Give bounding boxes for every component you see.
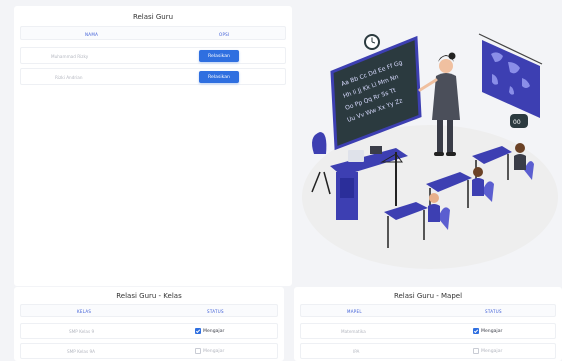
mengajar-checkbox[interactable]: Mengajar [195,348,224,354]
relasikan-button[interactable]: Relasikan [199,50,239,62]
column-nama: NAMA [85,31,99,37]
table-row: Muhammad Rizky Relasikan [20,47,286,64]
checkbox-unchecked-icon[interactable] [473,348,479,354]
status-label: Mengajar [203,328,225,334]
mengajar-checkbox[interactable]: Mengajar [473,348,502,354]
speech-bubble-icon: 00 [510,114,528,128]
relasikan-button[interactable]: Relasikan [199,71,239,83]
svg-text:00: 00 [513,119,521,126]
column-mapel: MAPEL [347,309,362,314]
mengajar-checkbox[interactable]: Mengajar [473,328,502,334]
mengajar-checkbox[interactable]: Mengajar [195,328,224,334]
table-row: Rizki Andrian Relasikan [20,68,286,85]
table-row: SMP Kelas 9A Mengajar [20,343,278,359]
relasi-guru-title: Relasi Guru [132,13,174,21]
classroom-illustration: Aa Bb Cc Dd Ee Ff Gg Hh Ii Jj Kk Ll Mm N… [302,33,558,269]
guru-name: Muhammad Rizky [51,53,89,59]
relasi-kelas-card: Relasi Guru - Kelas KELAS STATUS SMP Kel… [14,287,284,361]
column-kelas: KELAS [77,309,92,314]
checkbox-unchecked-icon[interactable] [195,348,201,354]
guru-name: Rizki Andrian [55,74,83,80]
table-row: Matematika Mengajar [300,323,556,339]
status-label: Mengajar [481,348,503,354]
relasi-guru-card: Relasi Guru NAMA OPSI Muhammad Rizky Rel… [14,6,292,286]
table-row: SMP Kelas 9 Mengajar [20,323,278,339]
relasi-mapel-card: Relasi Guru - Mapel MAPEL STATUS Matemat… [294,287,562,361]
checkbox-checked-icon[interactable] [473,328,479,334]
relasi-mapel-title: Relasi Guru - Mapel [393,292,463,300]
mapel-name: IPA [353,349,360,354]
status-label: Mengajar [481,328,503,334]
mapel-name: Matematika [341,329,366,334]
kelas-name: SMP Kelas 9A [67,349,96,354]
column-opsi: OPSI [219,31,230,37]
relasi-kelas-table-header: KELAS STATUS [20,304,278,317]
world-map [478,33,543,118]
relasi-mapel-table-header: MAPEL STATUS [300,304,556,317]
clock-icon [364,34,380,50]
relasi-guru-table-header: NAMA OPSI [20,26,286,40]
table-row: IPA Mengajar [300,343,556,359]
column-status: STATUS [207,309,224,314]
checkbox-checked-icon[interactable] [195,328,201,334]
relasi-kelas-title: Relasi Guru - Kelas [116,292,182,300]
column-status: STATUS [485,309,502,314]
kelas-name: SMP Kelas 9 [69,329,95,334]
status-label: Mengajar [203,348,225,354]
